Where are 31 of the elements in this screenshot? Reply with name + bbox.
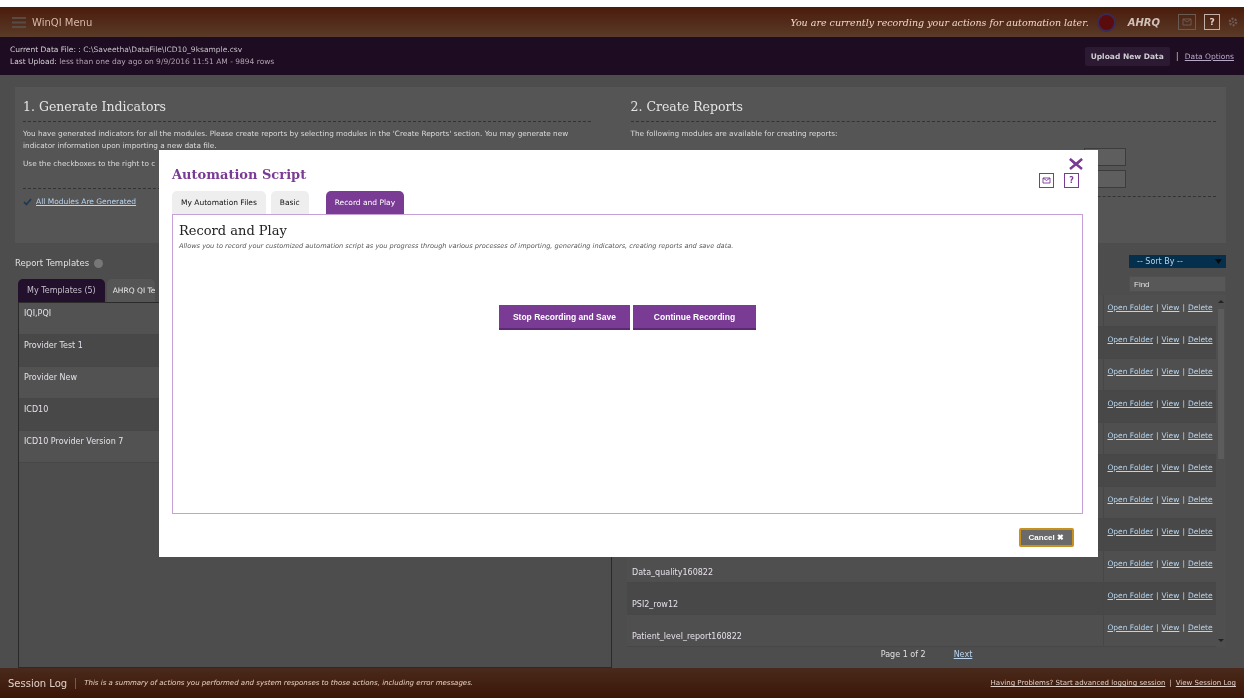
help-button[interactable]: ? xyxy=(1204,14,1220,30)
next-link[interactable]: Next xyxy=(953,650,973,659)
page-indicator: Page 1 of 2 xyxy=(880,650,926,659)
tab[interactable]: My Templates (5) xyxy=(18,279,105,302)
separator: | xyxy=(1175,51,1179,61)
record-icon xyxy=(1096,12,1116,32)
report-name[interactable]: Patient_level_report160822 xyxy=(632,632,742,641)
logo: AHRQ xyxy=(1127,16,1160,28)
menu-icon xyxy=(12,16,26,28)
action-button[interactable]: Stop Recording and Save xyxy=(498,305,630,330)
panel-title: 1. Generate Indicators xyxy=(23,99,167,114)
mail-icon[interactable] xyxy=(1039,173,1054,188)
close-icon[interactable] xyxy=(1069,158,1083,170)
find-field[interactable]: Find xyxy=(1129,276,1226,292)
report-name[interactable]: PSI2_row12 xyxy=(632,600,679,609)
action-button[interactable]: Continue Recording xyxy=(632,305,757,330)
help-button[interactable]: ? xyxy=(1064,173,1079,188)
menu-button[interactable]: WinQI Menu xyxy=(12,16,93,28)
recording-notice: You are currently recording your actions for automation later. xyxy=(790,16,1089,28)
panel-heading: Record and Play xyxy=(179,223,288,238)
section-title: Report Templates xyxy=(15,258,90,268)
gear-icon[interactable] xyxy=(1228,17,1238,27)
panel-title: 2. Create Reports xyxy=(630,99,744,114)
sort-dropdown[interactable]: -- Sort By -- xyxy=(1129,255,1226,268)
report-name[interactable]: Data_quality160822 xyxy=(632,568,713,577)
cancel-button[interactable]: Cancel ✖ xyxy=(1018,528,1074,547)
dialog-title: Automation Script xyxy=(172,167,307,182)
check-icon xyxy=(23,197,32,206)
caret-icon xyxy=(1215,259,1222,264)
help-icon xyxy=(94,258,104,268)
session-log-title: Session Log xyxy=(8,677,77,689)
